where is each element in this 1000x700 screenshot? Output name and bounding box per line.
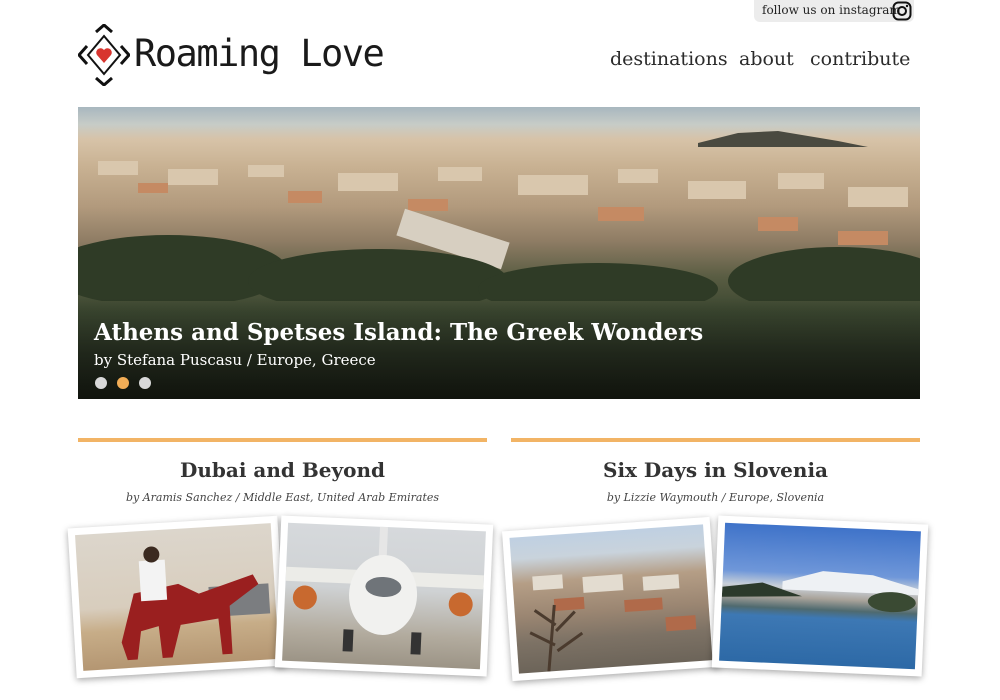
slider-dot-1[interactable] — [95, 377, 107, 389]
city-view-image — [529, 574, 697, 672]
post-photo-ljubljana[interactable] — [502, 516, 720, 682]
post-photo-lake-bled[interactable] — [711, 515, 929, 677]
card-accent-rule — [78, 438, 487, 442]
nav-contribute[interactable]: contribute — [810, 48, 910, 70]
site-logo[interactable]: Roaming Love — [78, 24, 398, 88]
instagram-icon — [892, 1, 912, 21]
airplane-image — [285, 526, 484, 655]
hero-city-image — [78, 131, 920, 301]
post-card-slovenia[interactable]: Six Days in Slovenia by Lizzie Waymouth … — [502, 438, 929, 700]
slider-dot-2-active[interactable] — [117, 377, 129, 389]
card-accent-rule — [511, 438, 920, 442]
instagram-link[interactable]: follow us on instagram — [754, 0, 914, 22]
post-card-dubai[interactable]: Dubai and Beyond by Aramis Sanchez / Mid… — [67, 438, 494, 700]
nav-destinations[interactable]: destinations — [610, 48, 728, 70]
post-meta: by Lizzie Waymouth / Europe, Slovenia — [606, 491, 825, 504]
post-photo-camel[interactable] — [67, 515, 287, 679]
post-photo-airplane[interactable] — [274, 515, 494, 677]
hero-slider[interactable]: Athens and Spetses Island: The Greek Won… — [78, 107, 920, 399]
lake-image — [721, 571, 919, 613]
logo-text: Roaming Love — [134, 32, 385, 75]
post-meta: by Aramis Sanchez / Middle East, United … — [125, 491, 440, 504]
nav-about[interactable]: about — [739, 48, 794, 70]
instagram-label: follow us on instagram — [762, 3, 901, 17]
hero-caption-backdrop — [78, 297, 920, 399]
camel-rider-image — [121, 546, 271, 661]
hero-title[interactable]: Athens and Spetses Island: The Greek Won… — [94, 319, 703, 346]
diamond-heart-logo — [78, 24, 130, 86]
post-title[interactable]: Six Days in Slovenia — [511, 458, 920, 482]
post-title[interactable]: Dubai and Beyond — [78, 458, 487, 482]
slider-dot-3[interactable] — [139, 377, 151, 389]
hero-meta: by Stefana Puscasu / Europe, Greece — [94, 351, 376, 369]
